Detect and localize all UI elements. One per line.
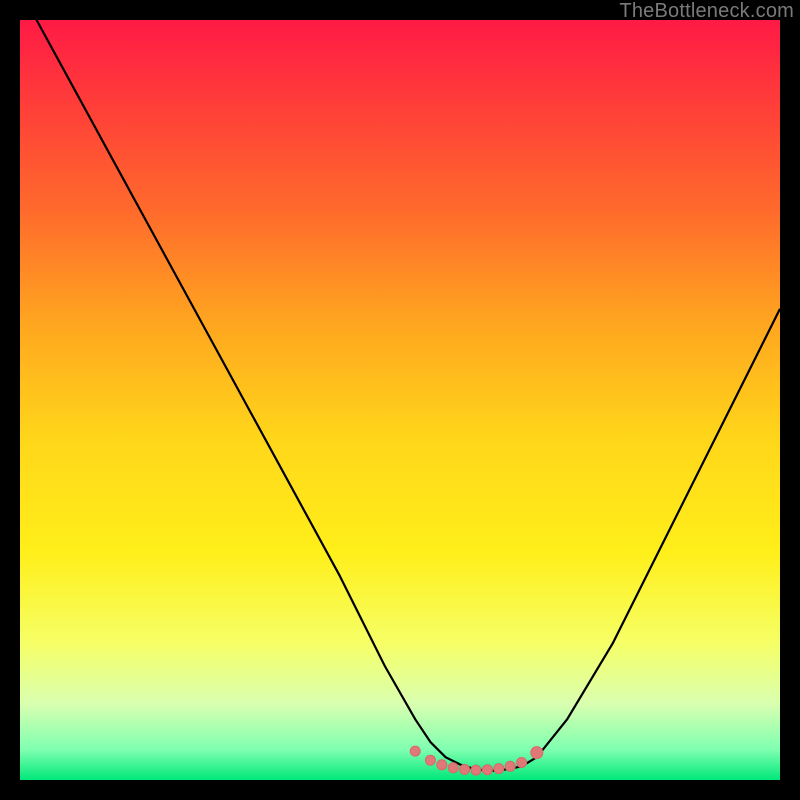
watermark-text: TheBottleneck.com: [619, 0, 794, 23]
marker-point: [482, 765, 492, 775]
plot-area: [20, 20, 780, 780]
bottleneck-curve: [20, 20, 780, 771]
chart-stage: TheBottleneck.com: [0, 0, 800, 800]
marker-point: [410, 746, 420, 756]
marker-point: [517, 758, 527, 768]
optimal-range-markers: [410, 746, 543, 775]
marker-point: [505, 761, 515, 771]
marker-point: [448, 763, 458, 773]
marker-point: [437, 760, 447, 770]
marker-point: [425, 755, 435, 765]
curve-layer: [20, 20, 780, 780]
marker-point: [531, 747, 543, 759]
marker-point: [471, 765, 481, 775]
marker-point: [460, 764, 470, 774]
marker-point: [494, 764, 504, 774]
